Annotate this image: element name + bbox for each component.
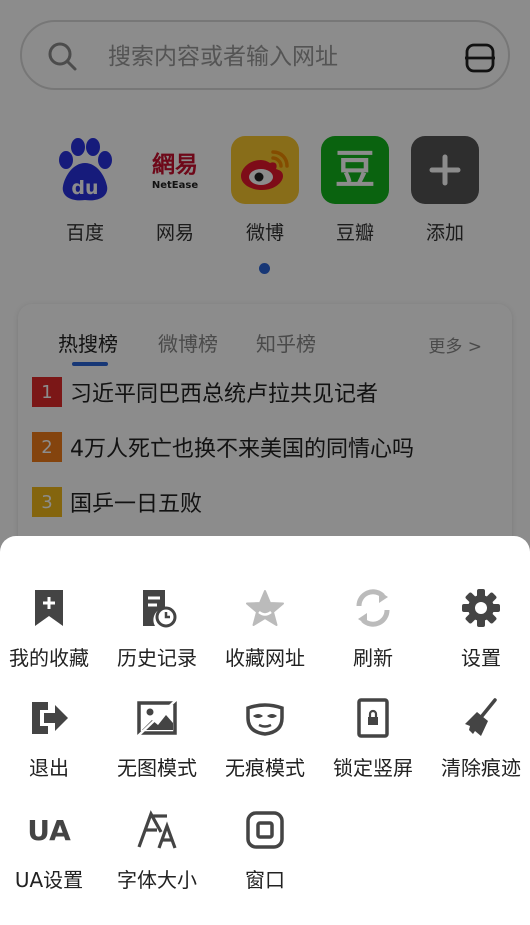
font-size-icon <box>135 808 179 852</box>
menu-item-save-url[interactable]: 收藏网址 <box>211 586 319 671</box>
broom-icon <box>459 696 503 740</box>
menu-item-clear-traces[interactable]: 清除痕迹 <box>427 696 530 781</box>
ua-icon-text: UA <box>27 813 71 847</box>
refresh-icon <box>351 586 395 630</box>
menu-item-ua-settings[interactable]: UA UA设置 <box>0 808 103 893</box>
menu-item-history[interactable]: 历史记录 <box>103 586 211 671</box>
menu-label: 锁定竖屏 <box>333 756 413 780</box>
menu-label: 字体大小 <box>117 868 197 892</box>
bookmark-add-icon <box>27 586 71 630</box>
menu-label: 无痕模式 <box>225 756 305 780</box>
menu-label: 窗口 <box>245 868 285 892</box>
gear-icon <box>459 586 503 630</box>
menu-item-lock-portrait[interactable]: 锁定竖屏 <box>319 696 427 781</box>
menu-label: 收藏网址 <box>225 646 305 670</box>
ua-icon: UA <box>27 808 71 852</box>
menu-label: 刷新 <box>353 646 393 670</box>
menu-item-font-size[interactable]: 字体大小 <box>103 808 211 893</box>
star-icon <box>243 586 287 630</box>
menu-sheet: 我的收藏 历史记录 收藏网址 刷新 设置 退出 无图模式 无痕模式 锁定竖屏 清… <box>0 536 530 925</box>
menu-label: 我的收藏 <box>9 646 89 670</box>
menu-item-exit[interactable]: 退出 <box>0 696 103 781</box>
menu-label: UA设置 <box>14 868 84 892</box>
history-icon <box>135 586 179 630</box>
menu-item-incognito[interactable]: 无痕模式 <box>211 696 319 781</box>
incognito-mask-icon <box>243 696 287 740</box>
menu-item-no-image[interactable]: 无图模式 <box>103 696 211 781</box>
menu-item-window[interactable]: 窗口 <box>211 808 319 893</box>
menu-label: 无图模式 <box>117 756 197 780</box>
menu-item-refresh[interactable]: 刷新 <box>319 586 427 671</box>
menu-label: 历史记录 <box>117 646 197 670</box>
menu-label: 退出 <box>29 756 69 780</box>
menu-item-settings[interactable]: 设置 <box>427 586 530 671</box>
menu-label: 设置 <box>461 646 501 670</box>
lock-portrait-icon <box>351 696 395 740</box>
menu-item-bookmarks[interactable]: 我的收藏 <box>0 586 103 671</box>
window-icon <box>243 808 287 852</box>
no-image-icon <box>135 696 179 740</box>
exit-icon <box>27 696 71 740</box>
menu-label: 清除痕迹 <box>441 756 521 780</box>
